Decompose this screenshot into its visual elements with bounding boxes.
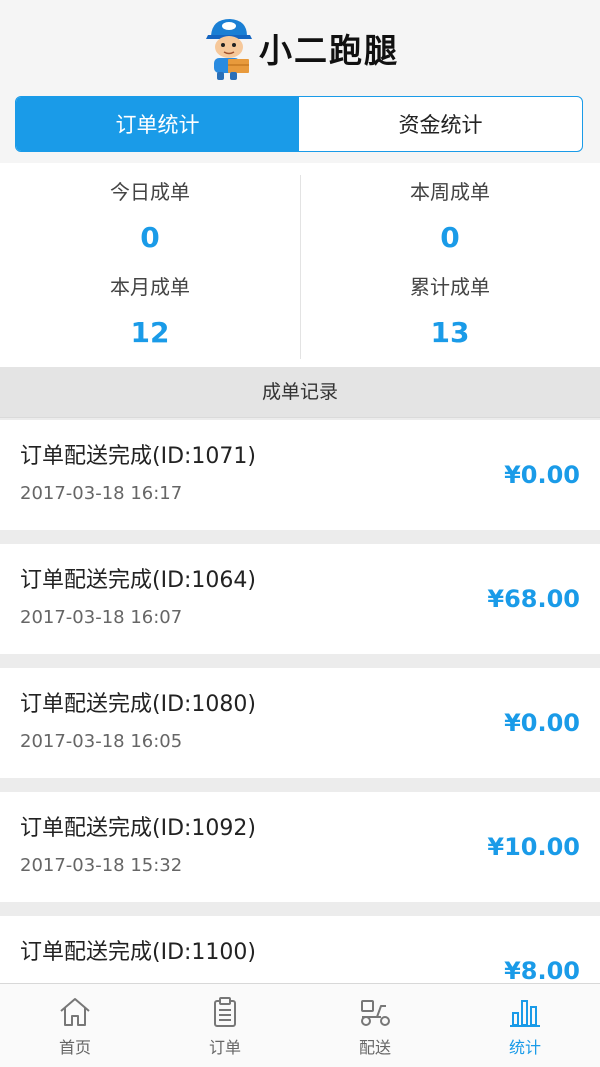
record-amount: ¥0.00 — [504, 709, 580, 737]
clipboard-icon — [208, 995, 242, 1029]
record-title: 订单配送完成(ID:1064) — [20, 568, 256, 593]
stat-value: 0 — [440, 221, 460, 254]
record-title: 订单配送完成(ID:1100) — [20, 940, 256, 965]
scooter-icon — [358, 995, 392, 1029]
nav-item-stats[interactable]: 统计 — [450, 984, 600, 1067]
stat-label: 本月成单 — [110, 275, 190, 299]
stat-value: 12 — [130, 316, 170, 349]
nav-label: 配送 — [358, 1038, 391, 1057]
stats-tabs: 订单统计 资金统计 — [15, 96, 583, 152]
stat-value: 13 — [430, 316, 470, 349]
record-amount: ¥0.00 — [504, 461, 580, 489]
bar-chart-icon — [508, 995, 542, 1029]
record-item[interactable]: 订单配送完成(ID:1071) 2017-03-18 16:17 ¥0.00 — [0, 420, 600, 530]
record-title: 订单配送完成(ID:1080) — [20, 692, 256, 717]
brand: 小二跑腿 — [203, 14, 399, 82]
nav-label: 统计 — [508, 1038, 541, 1057]
record-item[interactable]: 订单配送完成(ID:1064) 2017-03-18 16:07 ¥68.00 — [0, 544, 600, 654]
records-section-title: 成单记录 — [0, 367, 600, 418]
stat-value: 0 — [140, 221, 160, 254]
record-amount: ¥10.00 — [487, 833, 580, 861]
stat-total: 累计成单 13 — [300, 264, 600, 359]
nav-label: 订单 — [208, 1038, 241, 1057]
record-time: 2017-03-18 16:05 — [20, 731, 183, 752]
record-time: 2017-03-18 15:32 — [20, 855, 183, 876]
record-title: 订单配送完成(ID:1092) — [20, 816, 256, 841]
record-item[interactable]: 订单配送完成(ID:1092) 2017-03-18 15:32 ¥10.00 — [0, 792, 600, 902]
record-time: 2017-03-18 16:07 — [20, 607, 183, 628]
home-icon — [58, 995, 92, 1029]
record-amount: ¥68.00 — [487, 585, 580, 613]
nav-label: 首页 — [58, 1038, 91, 1057]
stat-label: 今日成单 — [110, 180, 190, 204]
app-header: 小二跑腿 订单统计 资金统计 — [0, 0, 600, 163]
record-time: 2017-03-18 16:17 — [20, 483, 183, 504]
nav-item-orders[interactable]: 订单 — [150, 984, 300, 1067]
nav-item-delivery[interactable]: 配送 — [300, 984, 450, 1067]
stat-today: 今日成单 0 — [0, 169, 300, 264]
record-item[interactable]: 订单配送完成(ID:1080) 2017-03-18 16:05 ¥0.00 — [0, 668, 600, 778]
delivery-mascot-icon — [206, 19, 252, 80]
stat-month: 本月成单 12 — [0, 264, 300, 359]
app-title: 小二跑腿 — [259, 31, 399, 70]
bottom-nav: 首页 订单 配送 统计 — [0, 983, 600, 1067]
record-title: 订单配送完成(ID:1071) — [20, 444, 256, 469]
stat-week: 本周成单 0 — [300, 169, 600, 264]
tab-fund-stats[interactable]: 资金统计 — [299, 97, 582, 151]
stats-panel: 今日成单 0 本周成单 0 本月成单 12 累计成单 13 — [0, 163, 600, 367]
stat-label: 累计成单 — [410, 275, 490, 299]
stat-label: 本周成单 — [410, 180, 490, 204]
tab-order-stats[interactable]: 订单统计 — [16, 97, 299, 151]
nav-item-home[interactable]: 首页 — [0, 984, 150, 1067]
